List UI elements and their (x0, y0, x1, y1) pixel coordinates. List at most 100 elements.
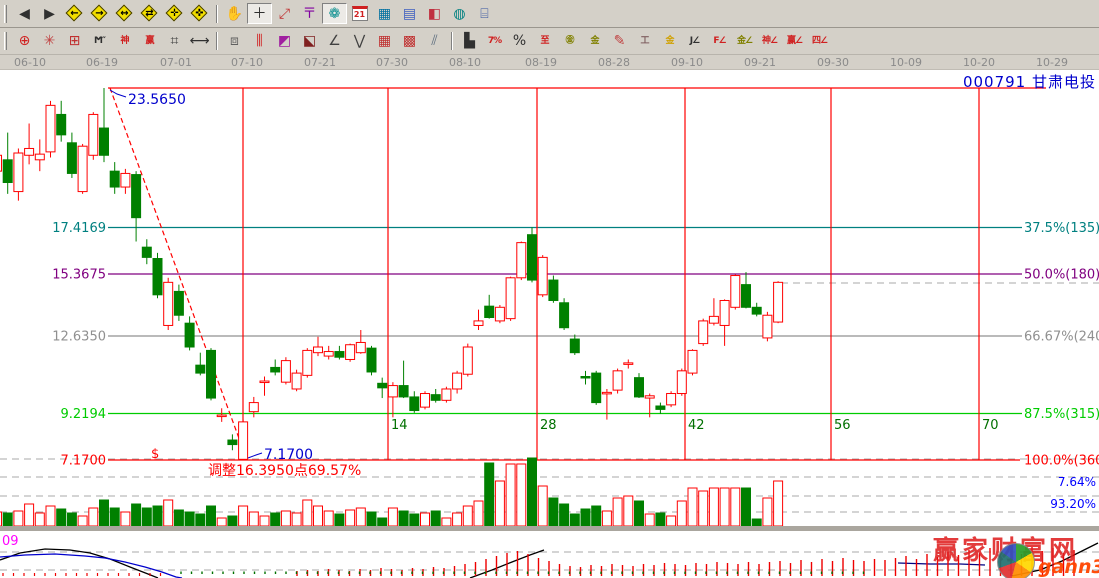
volume-bar (292, 513, 301, 526)
level-bars-icon[interactable]: 工 (632, 31, 657, 52)
toolbar-separator (451, 32, 453, 50)
volume-bar (453, 513, 462, 526)
shen-angle-icon[interactable]: 神∠ (757, 31, 782, 52)
fan-box-icon[interactable]: ◩ (272, 31, 297, 52)
candle-body (613, 371, 622, 390)
zigzag-icon[interactable]: ⋁ (347, 31, 372, 52)
candlestick-chart[interactable]: 17.416937.5%(135)15.367550.0%(180)12.635… (0, 70, 1099, 578)
levels-red-icon[interactable]: 至 (532, 31, 557, 52)
back-arrow-icon[interactable]: ◀ (12, 3, 37, 24)
gann-diamond-right-icon[interactable]: → (87, 3, 112, 24)
candle-body (495, 307, 504, 321)
notepad-icon[interactable]: ▤ (397, 3, 422, 24)
chart-canvas[interactable]: 17.416937.5%(135)15.367550.0%(180)12.635… (0, 70, 1099, 578)
gann-diamond-hcompress-icon[interactable]: ⇄ (137, 3, 162, 24)
toolbar-separator (216, 5, 218, 23)
grid-arrow-icon[interactable]: ▩ (397, 31, 422, 52)
volume-bar (581, 509, 590, 526)
level-percent-label: 50.0%(180) (1024, 268, 1099, 283)
f-angle-icon[interactable]: F∠ (707, 31, 732, 52)
grid-target-tool-icon[interactable]: ⊞ (62, 31, 87, 52)
candle-body (78, 146, 87, 191)
ying-tool-icon[interactable]: 赢 (137, 31, 162, 52)
volume-bar (613, 498, 622, 526)
gold-angle-icon[interactable]: 金∠ (732, 31, 757, 52)
width-measure-icon[interactable]: ⟷ (187, 31, 212, 52)
volume-bar (709, 488, 718, 526)
candle-body (292, 373, 301, 389)
volume-bar (602, 511, 611, 526)
shen-tool-icon[interactable]: 神 (112, 31, 137, 52)
angle-rays-icon[interactable]: ∠ (322, 31, 347, 52)
volume-bar (260, 516, 269, 526)
compass-tool-icon[interactable]: ⊕ (12, 31, 37, 52)
candle-body (0, 155, 2, 171)
date-label: 07-21 (304, 56, 336, 69)
hand-tool-icon[interactable]: ✋ (222, 3, 247, 24)
gann-diamond-hexpand-icon[interactable]: ↔ (112, 3, 137, 24)
volume-bar (110, 508, 119, 526)
level-price-label: 9.2194 (61, 407, 107, 422)
j-angle-icon[interactable]: J∠ (682, 31, 707, 52)
gann-chart-application: ◀▶←→↔⇄✛✜ ✋＋⤢〒❁21▦▤◧◍⌸ ⊕✳⊞Ϻ″神赢⌗⟷ ⧈⫼◩⬕∠⋁▦▩⫽ ▙… (0, 0, 1099, 578)
level-price-label: 17.4169 (52, 221, 106, 236)
bar-scale-icon[interactable]: ▙ (457, 31, 482, 52)
candle-body (442, 389, 451, 400)
gold-level-icon[interactable]: 金 (657, 31, 682, 52)
indicator-pane (0, 543, 1098, 578)
level-percent-label: 100.0%(360) (1024, 454, 1099, 469)
ruler-123-icon[interactable]: ⌗ (162, 31, 187, 52)
si-angle-icon[interactable]: 四∠ (807, 31, 832, 52)
gann-diamond-left-icon[interactable]: ← (62, 3, 87, 24)
export-icon[interactable]: ◍ (447, 3, 472, 24)
volume-bar (378, 518, 387, 526)
candle-body (752, 307, 761, 314)
candle-body (774, 282, 783, 322)
starburst-tool-icon[interactable]: ✳ (37, 31, 62, 52)
volume-percent-label: 93.20% (1050, 497, 1096, 511)
date-label: 07-30 (376, 56, 408, 69)
save-icon[interactable]: ◧ (422, 3, 447, 24)
forward-arrow-icon[interactable]: ▶ (37, 3, 62, 24)
date-label: 08-10 (449, 56, 481, 69)
date-label: 09-10 (671, 56, 703, 69)
candle-body (667, 394, 676, 405)
measure-marks-icon[interactable]: Ϻ″ (87, 31, 112, 52)
annotations: 23.56507.1700$调整16.3950点69.57%09 (2, 90, 361, 549)
print-icon[interactable]: ⌸ (472, 3, 497, 24)
calendar-icon[interactable]: 21 (347, 3, 372, 24)
text-note-tool-icon[interactable]: 〒 (297, 3, 322, 24)
brush-tool-icon[interactable]: ✎ (607, 31, 632, 52)
gold-lines-icon[interactable]: 金 (582, 31, 607, 52)
gann-brain-icon[interactable]: ❁ (322, 3, 347, 24)
candle-body (645, 396, 654, 398)
crosshair-tool-icon[interactable]: ＋ (247, 3, 272, 24)
percent-icon[interactable]: % (507, 31, 532, 52)
calculator-icon[interactable]: ▦ (372, 3, 397, 24)
fan-box-filled-icon[interactable]: ⬕ (297, 31, 322, 52)
parallel-lines-icon[interactable]: ⫽ (422, 31, 447, 52)
volume-bar (3, 513, 12, 526)
candle-body (399, 386, 408, 397)
candle-body (196, 365, 205, 373)
gold-circle-icon[interactable]: ㊎ (557, 31, 582, 52)
fan-lines-icon[interactable]: ⫼ (247, 31, 272, 52)
trendline-tool-icon[interactable]: ⤢ (272, 3, 297, 24)
grid-dense-icon[interactable]: ▦ (372, 31, 397, 52)
candle-body (378, 383, 387, 388)
percent-seven-icon[interactable]: 7% (482, 31, 507, 52)
date-axis[interactable]: 06-1006-1907-0107-1007-2107-3008-1008-19… (0, 55, 1099, 70)
box-handles-icon[interactable]: ⧈ (222, 31, 247, 52)
toolbar-grip[interactable] (4, 32, 7, 50)
level-price-label: 12.6350 (52, 330, 106, 345)
candle-body (271, 367, 280, 372)
candle-body (602, 392, 611, 394)
ying-angle-icon[interactable]: 赢∠ (782, 31, 807, 52)
gann-diamond-expand-icon[interactable]: ✛ (162, 3, 187, 24)
stock-code-name: 000791 甘肃电投 (963, 71, 1096, 92)
level-percent-label: 66.67%(240) (1024, 330, 1099, 345)
gann-diamond-center-icon[interactable]: ✜ (187, 3, 212, 24)
candle-body (549, 280, 558, 300)
toolbar-grip[interactable] (4, 5, 7, 23)
volume-bar (592, 506, 601, 526)
